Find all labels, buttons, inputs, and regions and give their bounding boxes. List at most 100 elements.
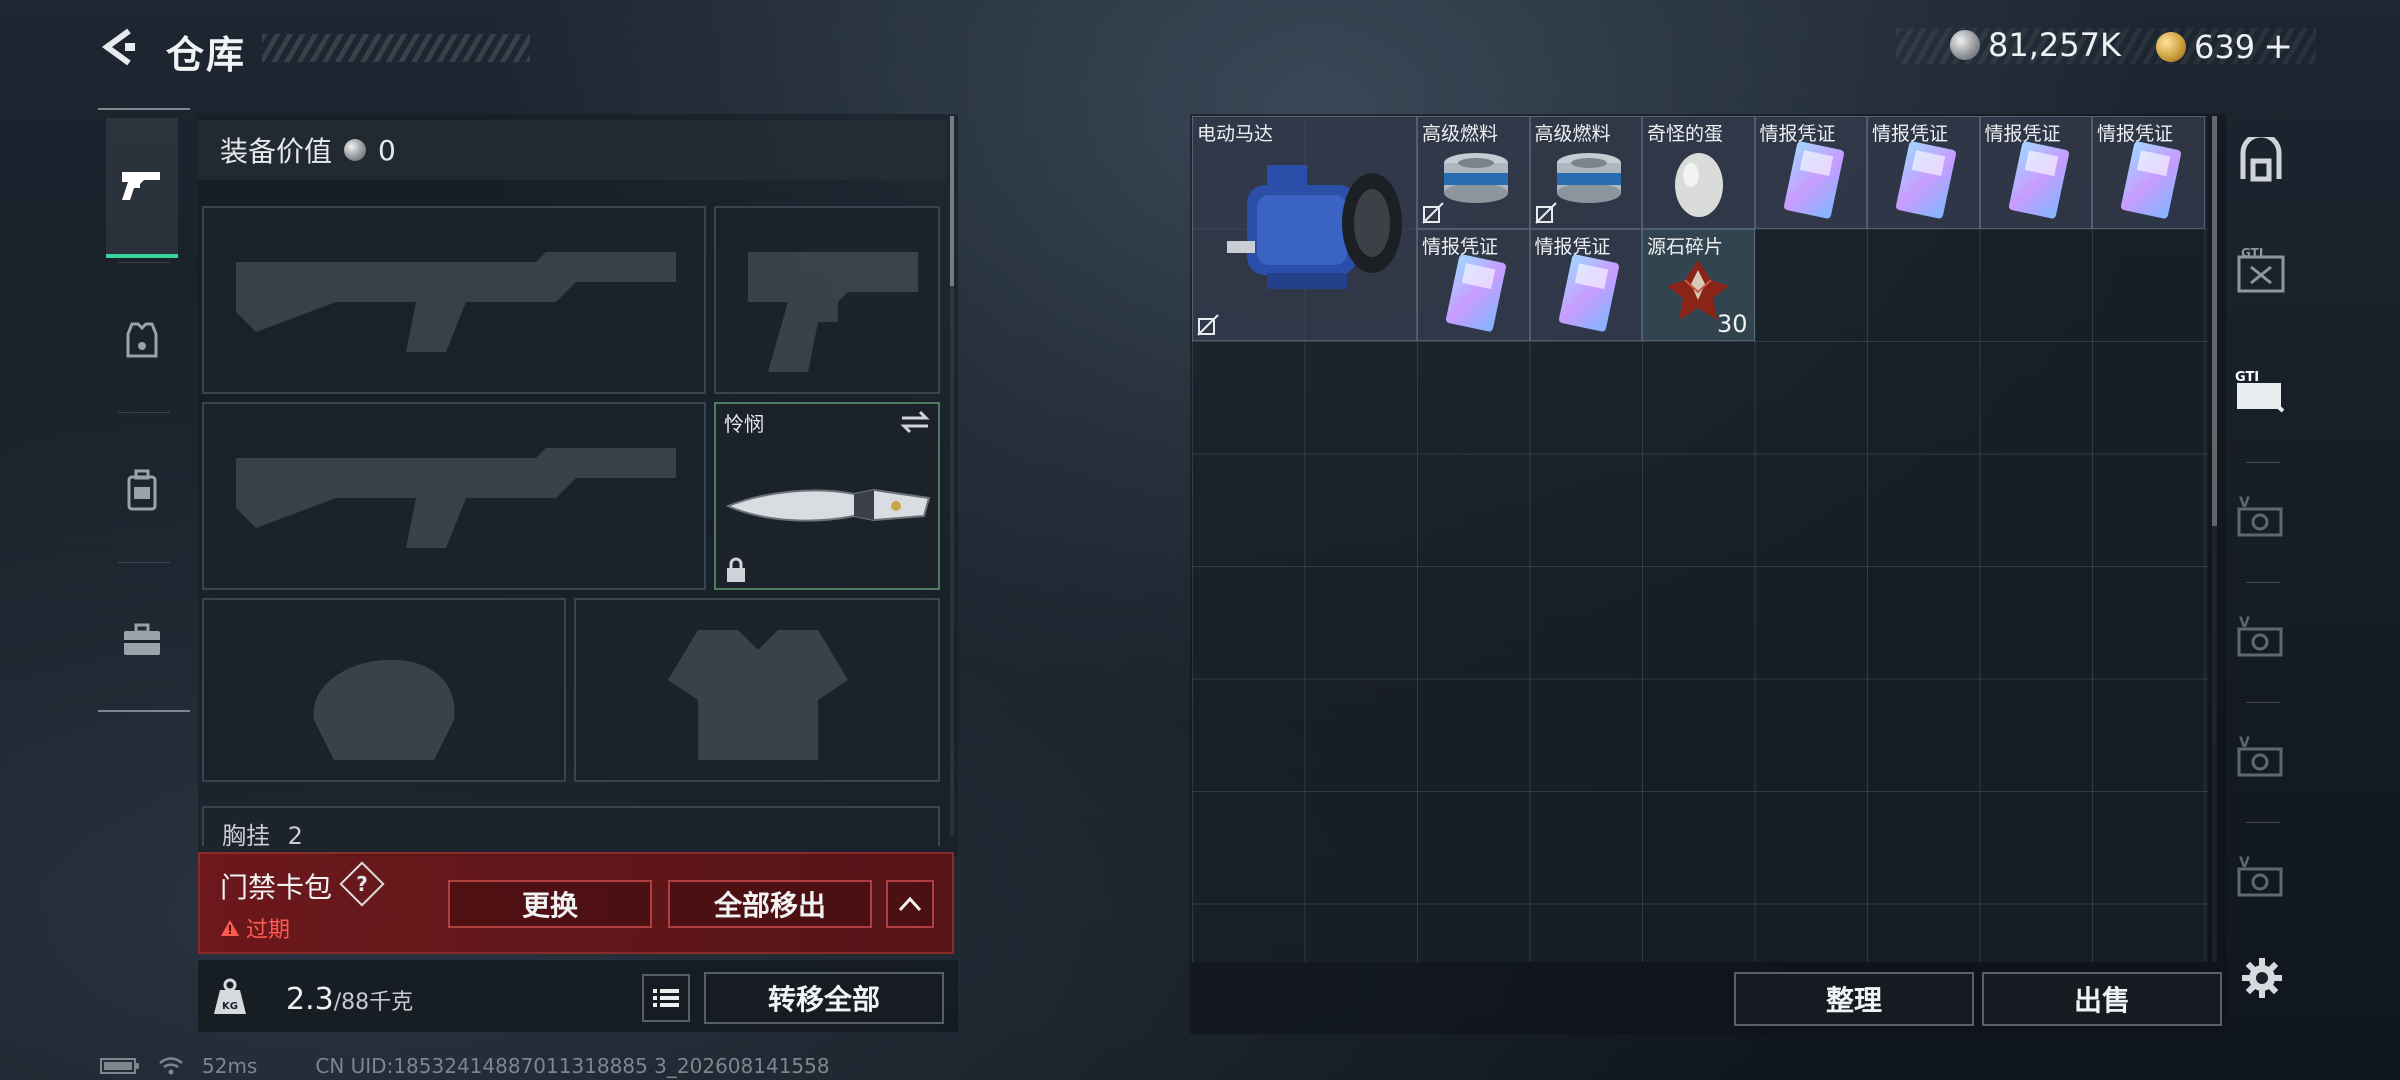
storage-item[interactable]: 奇怪的蛋 <box>1642 116 1755 229</box>
gold-coin-icon <box>2156 31 2186 62</box>
intel-card-icon <box>2008 141 2069 219</box>
storage-tab-case-1[interactable]: GTI <box>2228 226 2294 316</box>
slot-helmet[interactable] <box>202 598 566 782</box>
nav-item-weapon[interactable] <box>106 118 178 258</box>
replace-button[interactable]: 更换 <box>448 880 652 928</box>
currency-silver[interactable]: 81,257K <box>1950 26 2121 64</box>
collapse-button[interactable] <box>886 880 934 928</box>
equipment-value-bar: 装备价值 0 <box>198 120 946 180</box>
storage-item[interactable]: 情报凭证 <box>1417 228 1530 341</box>
storage-item[interactable]: 源石碎片 30 <box>1642 228 1755 341</box>
fuel-can-icon <box>1444 153 1508 203</box>
helmet-silhouette-icon <box>313 659 455 760</box>
no-insure-icon <box>1197 314 1219 336</box>
nav-divider <box>2246 462 2280 463</box>
storage-item[interactable]: 高级燃料 <box>1417 116 1530 229</box>
storage-scrollbar[interactable] <box>2212 116 2217 962</box>
equipment-category-nav <box>98 108 190 712</box>
scrollbar-thumb[interactable] <box>950 116 954 286</box>
rifle-silhouette-icon <box>236 252 676 352</box>
list-view-button[interactable] <box>642 974 690 1022</box>
slot-chest-rig[interactable] <box>202 806 940 846</box>
slot-melee-weapon[interactable]: 怜悯 <box>714 402 940 590</box>
back-button[interactable] <box>96 24 142 70</box>
intel-card-icon <box>1558 254 1619 331</box>
chevron-up-icon <box>898 896 922 912</box>
storage-tab-case-3[interactable]: V <box>2228 472 2294 562</box>
page-title: 仓库 <box>166 33 247 77</box>
intel-card-icon <box>1445 254 1507 331</box>
storage-tab-case-6[interactable]: V <box>2228 832 2294 922</box>
swap-icon[interactable] <box>900 410 930 434</box>
storage-tab-case-4[interactable]: V <box>2228 592 2294 682</box>
v-case-icon: V <box>2237 495 2283 537</box>
storage-item[interactable]: 情报凭证 <box>1979 116 2092 229</box>
title-decoration <box>262 34 530 62</box>
transfer-all-button[interactable]: 转移全部 <box>704 972 944 1024</box>
ping-value: 52ms <box>202 1054 258 1078</box>
silver-coin-icon <box>1950 30 1980 60</box>
sort-button[interactable]: 整理 <box>1734 972 1974 1026</box>
chest-rig-count: 2 <box>287 822 303 850</box>
intel-card-icon <box>1895 141 1957 219</box>
slot-body-armor[interactable] <box>574 598 940 782</box>
slot-primary-weapon[interactable] <box>202 206 706 394</box>
backpack-icon <box>127 469 157 511</box>
v-case-icon: V <box>2237 735 2283 777</box>
equipment-scrollbar[interactable] <box>950 116 954 836</box>
currency-gold-value: 639 <box>2194 27 2256 66</box>
slot-primary-weapon-2[interactable] <box>202 402 706 590</box>
storage-tab-home[interactable] <box>2228 116 2294 206</box>
wifi-icon <box>159 1057 183 1075</box>
gti-case-active-icon: GTI <box>2235 370 2285 413</box>
nav-item-armor[interactable] <box>106 270 178 410</box>
back-arrow-icon <box>101 28 135 66</box>
remove-all-button[interactable]: 全部移出 <box>668 880 872 928</box>
nav-divider <box>2246 822 2280 823</box>
item-quantity: 30 <box>1716 310 1748 338</box>
battery-icon <box>100 1058 139 1074</box>
pistol-silhouette-icon <box>748 252 918 372</box>
help-icon-glyph: ? <box>356 872 368 896</box>
nav-item-toolbox[interactable] <box>106 570 178 710</box>
nav-divider <box>118 262 170 263</box>
weight-readout: 2.3/88千克 <box>286 982 413 1017</box>
nav-divider <box>118 562 170 563</box>
warning-icon <box>221 920 239 936</box>
fuel-can-icon <box>1556 153 1621 203</box>
status-bar: 52ms CN UID:18532414887011318885 3_20260… <box>100 1054 830 1078</box>
currency-gold[interactable]: 639 + <box>2156 26 2293 67</box>
storage-item[interactable]: 情报凭证 <box>1867 116 1980 229</box>
svg-text:GTI: GTI <box>2235 370 2259 385</box>
gti-case-icon: GTI <box>2237 247 2285 293</box>
item-name: 源石碎片 <box>1647 235 1724 258</box>
add-currency-icon[interactable]: + <box>2263 26 2293 67</box>
list-icon <box>653 989 679 1007</box>
settings-button[interactable] <box>2240 956 2284 1000</box>
storage-item[interactable]: 情报凭证 <box>1754 116 1867 229</box>
item-name: 电动马达 <box>1197 123 1274 145</box>
storage-tab-case-2[interactable]: GTI <box>2228 346 2294 436</box>
rifle-silhouette-icon <box>236 448 676 548</box>
currency-silver-value: 81,257K <box>1988 26 2121 64</box>
item-name: 高级燃料 <box>1534 123 1611 145</box>
keycard-title: 门禁卡包 <box>220 871 333 904</box>
storage-item[interactable]: 高级燃料 <box>1529 116 1642 229</box>
chest-rig-name: 胸挂 <box>222 822 270 850</box>
egg-icon <box>1675 153 1723 217</box>
nav-item-backpack[interactable] <box>106 420 178 560</box>
scrollbar-thumb[interactable] <box>2212 116 2217 526</box>
armor-vest-icon <box>126 322 158 358</box>
sell-button[interactable]: 出售 <box>1982 972 2222 1026</box>
nav-divider <box>2246 702 2280 703</box>
weight-max: /88千克 <box>333 990 414 1015</box>
storage-item[interactable]: 情报凭证 <box>1529 228 1642 341</box>
nav-divider <box>2246 582 2280 583</box>
storage-item[interactable]: 电动马达 <box>1192 116 1417 341</box>
no-insure-icon <box>1534 201 1557 224</box>
slot-secondary-weapon[interactable] <box>714 206 940 394</box>
storage-item[interactable]: 情报凭证 <box>2092 116 2205 229</box>
equipment-value: 0 <box>378 133 396 167</box>
storage-tab-case-5[interactable]: V <box>2228 712 2294 802</box>
no-insure-icon <box>1422 201 1444 224</box>
